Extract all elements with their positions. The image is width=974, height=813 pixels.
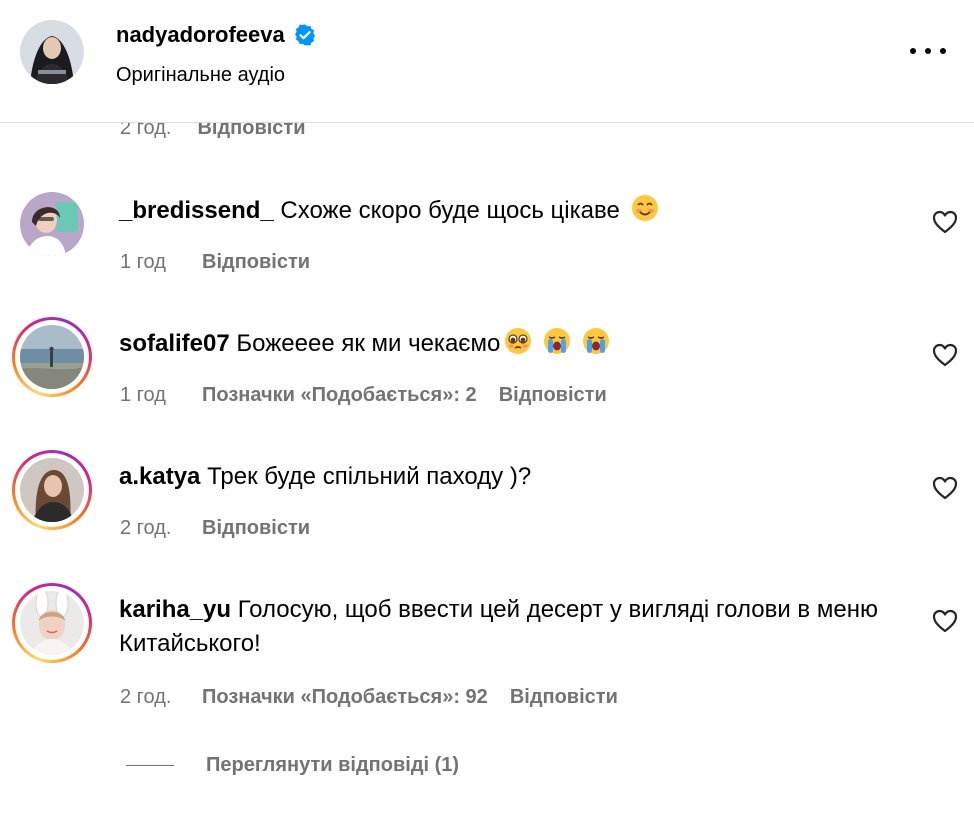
comment-meta: 2 год. Позначки «Подобається»: 92 Відпов… bbox=[120, 684, 618, 710]
author-username-text[interactable]: nadyadorofeeva bbox=[116, 20, 285, 50]
comment-meta: 2 год. Відповісти bbox=[120, 515, 310, 541]
author-avatar[interactable] bbox=[20, 20, 84, 84]
view-replies-label[interactable]: Переглянути відповіді (1) bbox=[206, 754, 459, 777]
dot bbox=[910, 48, 916, 54]
pleading-face-icon bbox=[505, 328, 532, 354]
audio-subtitle[interactable]: Оригінальне аудіо bbox=[116, 62, 285, 88]
dot bbox=[940, 48, 946, 54]
comment-body: a.katya Трек буде спільний паходу )? bbox=[119, 460, 899, 494]
comment-time: 2 год. bbox=[120, 686, 172, 708]
reply-button[interactable]: Відповісти bbox=[510, 684, 618, 710]
likes-count-link[interactable]: Позначки «Подобається»: 2 bbox=[202, 382, 477, 408]
comment-time: 2 год. bbox=[120, 517, 172, 539]
crying-face-icon bbox=[544, 328, 571, 354]
comment-text: Схоже скоро буде щось цікаве bbox=[280, 197, 620, 224]
comment-body: sofalife07 Божееее як ми чекаємо bbox=[119, 327, 899, 361]
crying-face-icon bbox=[582, 328, 609, 354]
comment-text: Божееее як ми чекаємо bbox=[236, 330, 501, 357]
comment-meta: 1 год Відповісти bbox=[120, 249, 310, 275]
reply-button[interactable]: Відповісти bbox=[499, 382, 607, 408]
comment-username[interactable]: _bredissend_ bbox=[119, 197, 274, 224]
verified-badge-icon bbox=[294, 24, 315, 46]
commenter-avatar[interactable] bbox=[12, 184, 92, 264]
comment-username[interactable]: a.katya bbox=[119, 463, 200, 490]
like-heart-icon[interactable] bbox=[932, 609, 958, 633]
like-heart-icon[interactable] bbox=[932, 476, 958, 500]
like-heart-icon[interactable] bbox=[932, 210, 958, 234]
smiling-face-icon bbox=[631, 195, 658, 221]
replies-divider-line bbox=[126, 765, 174, 766]
comments-panel: nadyadorofeeva Оригінальне аудіо 2 год. … bbox=[0, 0, 974, 813]
comment-body: _bredissend_ Схоже скоро буде щось цікав… bbox=[119, 194, 899, 228]
comment-meta: 1 год Позначки «Подобається»: 2 Відповіс… bbox=[120, 382, 607, 408]
comment-username[interactable]: sofalife07 bbox=[119, 330, 230, 357]
comment-time: 1 год bbox=[120, 384, 166, 406]
view-replies-button[interactable]: Переглянути відповіді (1) bbox=[126, 754, 459, 777]
avatar-image bbox=[20, 591, 84, 655]
commenter-avatar[interactable] bbox=[12, 583, 92, 663]
comment-text: Трек буде спільний паходу )? bbox=[207, 463, 532, 490]
more-options-icon[interactable] bbox=[908, 36, 948, 66]
reply-button[interactable]: Відповісти bbox=[202, 515, 310, 541]
commenter-avatar[interactable] bbox=[12, 317, 92, 397]
avatar-image bbox=[20, 325, 84, 389]
comment-text: Голосую, щоб ввести цей десерт у вигляді… bbox=[119, 596, 878, 657]
comment-body: kariha_yu Голосую, щоб ввести цей десерт… bbox=[119, 593, 899, 661]
avatar-image bbox=[20, 192, 84, 256]
comment-time: 1 год bbox=[120, 251, 166, 273]
commenter-avatar[interactable] bbox=[12, 450, 92, 530]
post-header: nadyadorofeeva Оригінальне аудіо bbox=[0, 0, 974, 123]
like-heart-icon[interactable] bbox=[932, 343, 958, 367]
avatar-image bbox=[20, 458, 84, 522]
dot bbox=[925, 48, 931, 54]
likes-count-link[interactable]: Позначки «Подобається»: 92 bbox=[202, 684, 488, 710]
reply-button[interactable]: Відповісти bbox=[202, 249, 310, 275]
comment-username[interactable]: kariha_yu bbox=[119, 596, 231, 623]
author-username[interactable]: nadyadorofeeva bbox=[116, 20, 317, 50]
